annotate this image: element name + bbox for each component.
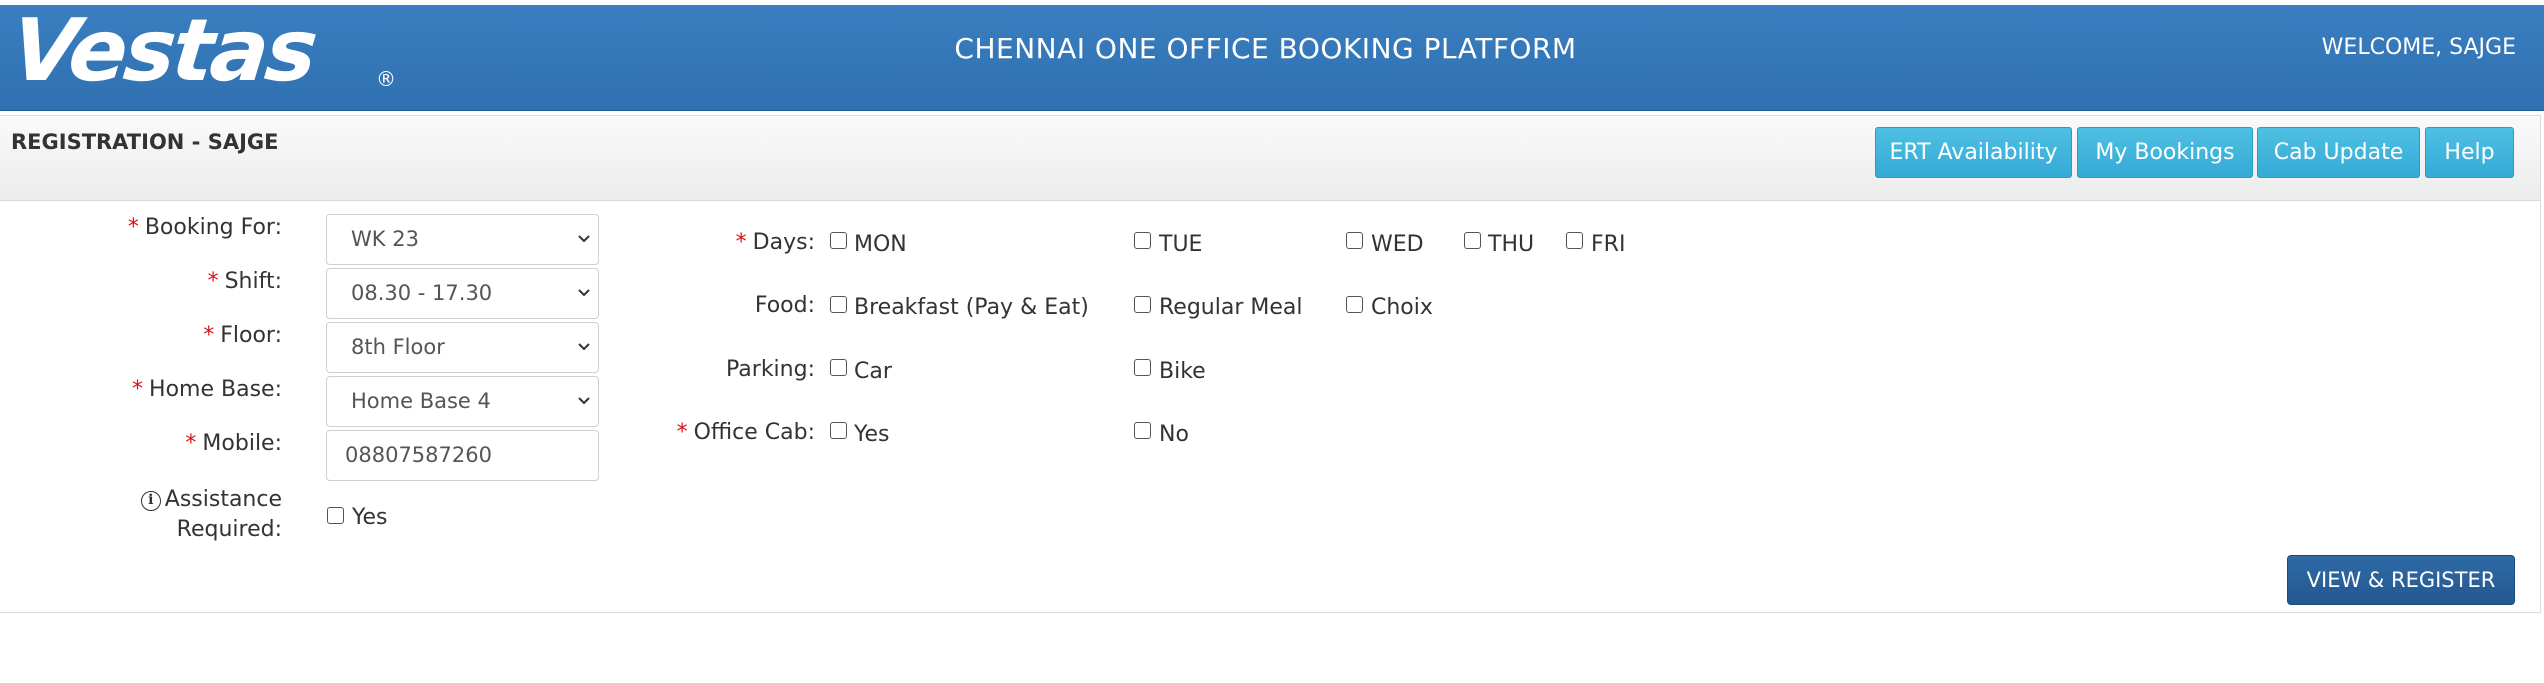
home-base-select[interactable]: Home Base 4	[326, 376, 599, 427]
mobile-input[interactable]: 08807587260	[326, 430, 599, 481]
floor-select[interactable]: 8th Floor	[326, 322, 599, 373]
food-label-breakfast: Breakfast (Pay & Eat)	[854, 295, 1089, 320]
food-checkbox-choix[interactable]	[1346, 296, 1363, 313]
office-cab-label-yes: Yes	[854, 422, 890, 447]
help-button[interactable]: Help	[2425, 127, 2514, 178]
office-cab-label-no: No	[1159, 422, 1189, 447]
app-header: Vestas ® CHENNAI ONE OFFICE BOOKING PLAT…	[0, 1, 2544, 111]
required-mark: *	[203, 323, 215, 348]
welcome-text: WELCOME, SAJGE	[2321, 35, 2516, 60]
food-label: Food:	[754, 293, 815, 318]
assistance-yes-label: Yes	[352, 505, 388, 530]
booking-for-select[interactable]: WK 23	[326, 214, 599, 265]
booking-for-label: * Booking For:	[127, 215, 282, 240]
day-checkbox-mon[interactable]	[830, 232, 847, 249]
home-base-label: * Home Base:	[132, 377, 282, 402]
required-mark: *	[735, 230, 747, 255]
days-label: * Days:	[735, 230, 815, 255]
required-mark: *	[132, 377, 144, 402]
day-checkbox-thu[interactable]	[1464, 232, 1481, 249]
food-label-regular-meal: Regular Meal	[1159, 295, 1303, 320]
parking-label: Parking:	[726, 357, 815, 382]
parking-label-bike: Bike	[1159, 359, 1206, 384]
day-checkbox-wed[interactable]	[1346, 232, 1363, 249]
page-title: REGISTRATION - SAJGE	[11, 130, 279, 154]
chevron-down-icon	[578, 289, 590, 297]
required-mark: *	[185, 431, 197, 456]
food-checkbox-regular-meal[interactable]	[1134, 296, 1151, 313]
parking-checkbox-bike[interactable]	[1134, 359, 1151, 376]
platform-title: CHENNAI ONE OFFICE BOOKING PLATFORM	[954, 32, 1577, 65]
shift-select[interactable]: 08.30 - 17.30	[326, 268, 599, 319]
required-mark: *	[127, 215, 139, 240]
food-checkbox-breakfast[interactable]	[830, 296, 847, 313]
parking-checkbox-car[interactable]	[830, 359, 847, 376]
day-label-thu: THU	[1488, 232, 1535, 257]
assistance-checkbox[interactable]	[327, 507, 344, 524]
my-bookings-button[interactable]: My Bookings	[2077, 127, 2253, 178]
day-label-tue: TUE	[1159, 232, 1203, 257]
day-checkbox-fri[interactable]	[1566, 232, 1583, 249]
required-mark: *	[207, 269, 219, 294]
office-cab-checkbox-yes[interactable]	[830, 422, 847, 439]
parking-label-car: Car	[854, 359, 892, 384]
registered-mark: ®	[376, 67, 396, 91]
day-checkbox-tue[interactable]	[1134, 232, 1151, 249]
assistance-label: i Assistance Required:	[60, 485, 282, 545]
required-mark: *	[676, 420, 688, 445]
info-icon: i	[140, 491, 161, 511]
shift-label: * Shift:	[207, 269, 282, 294]
chevron-down-icon	[578, 397, 590, 405]
office-cab-checkbox-no[interactable]	[1134, 422, 1151, 439]
mobile-label: * Mobile:	[185, 431, 282, 456]
view-register-button[interactable]: VIEW & REGISTER	[2287, 555, 2515, 605]
day-label-mon: MON	[854, 232, 907, 257]
food-label-choix: Choix	[1371, 295, 1433, 320]
chevron-down-icon	[578, 235, 590, 243]
office-cab-label: * Office Cab:	[676, 420, 815, 445]
day-label-fri: FRI	[1591, 232, 1626, 257]
day-label-wed: WED	[1371, 232, 1424, 257]
cab-update-button[interactable]: Cab Update	[2257, 127, 2420, 178]
ert-availability-button[interactable]: ERT Availability	[1875, 127, 2072, 178]
chevron-down-icon	[578, 343, 590, 351]
floor-label: * Floor:	[203, 323, 282, 348]
panel-heading: REGISTRATION - SAJGE ERT Availability My…	[0, 116, 2540, 201]
